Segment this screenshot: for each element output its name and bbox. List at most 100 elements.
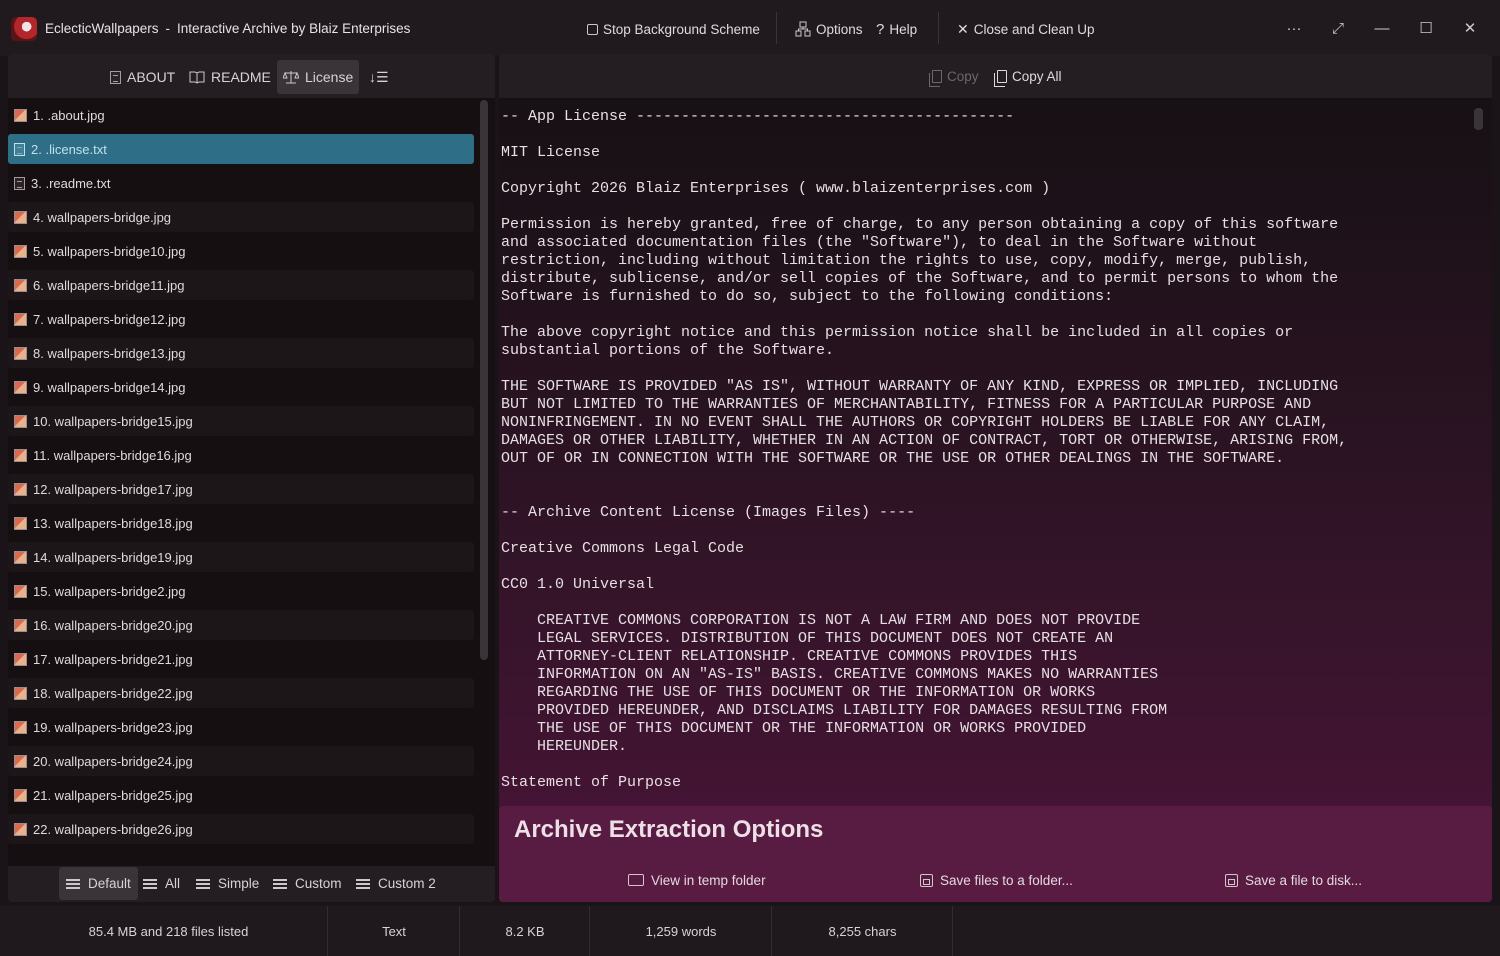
- file-list-item[interactable]: 10. wallpapers-bridge15.jpg: [8, 406, 474, 436]
- about-button[interactable]: ABOUT: [104, 60, 181, 94]
- file-list-item[interactable]: 7. wallpapers-bridge12.jpg: [8, 304, 474, 334]
- minimize-icon[interactable]: —: [1370, 16, 1394, 40]
- options-label: Options: [816, 21, 863, 37]
- all-view-button[interactable]: All: [136, 867, 187, 900]
- save-icon: [1225, 873, 1238, 887]
- view-in-temp-folder-button[interactable]: View in temp folder: [628, 870, 766, 890]
- save-files-to-folder-button[interactable]: Save files to a folder...: [920, 870, 1073, 890]
- license-line: CREATIVE COMMONS CORPORATION IS NOT A LA…: [501, 612, 1141, 629]
- file-list-item[interactable]: 4. wallpapers-bridge.jpg: [8, 202, 474, 232]
- default-view-button[interactable]: Default: [59, 867, 138, 900]
- license-label: License: [305, 69, 354, 85]
- close-clean-label: Close and Clean Up: [973, 21, 1095, 37]
- license-line: -- App License -------------------------…: [501, 108, 1015, 125]
- copy-all-button[interactable]: Copy All: [994, 66, 1062, 87]
- title-bar: EclecticWallpapers - Interactive Archive b…: [0, 0, 1500, 56]
- file-list-item[interactable]: 1. .about.jpg: [8, 100, 474, 130]
- file-list-item[interactable]: 8. wallpapers-bridge13.jpg: [8, 338, 474, 368]
- file-list-item[interactable]: 17. wallpapers-bridge21.jpg: [8, 644, 474, 674]
- status-chars: 8,255 chars: [773, 906, 953, 956]
- file-name: 17. wallpapers-bridge21.jpg: [33, 651, 193, 667]
- simple-label: Simple: [218, 876, 260, 891]
- image-file-icon: [14, 720, 27, 734]
- file-list-item[interactable]: 9. wallpapers-bridge14.jpg: [8, 372, 474, 402]
- license-button[interactable]: License: [277, 60, 360, 94]
- file-name: 18. wallpapers-bridge22.jpg: [33, 685, 193, 701]
- license-line: Statement of Purpose: [501, 774, 682, 791]
- status-size: 8.2 KB: [461, 906, 590, 956]
- view-mode-bar: Default All Simple Custom Custom 2: [8, 866, 495, 902]
- text-file-icon: [14, 176, 25, 190]
- copy-all-icon: [994, 69, 1007, 87]
- stop-background-scheme-button[interactable]: Stop Background Scheme: [587, 19, 760, 39]
- license-line: MIT License: [501, 144, 601, 161]
- file-name: 7. wallpapers-bridge12.jpg: [33, 311, 186, 327]
- file-list-item[interactable]: 22. wallpapers-bridge26.jpg: [8, 814, 474, 844]
- file-name: 3. .readme.txt: [31, 175, 111, 191]
- license-line: NONINFRINGEMENT. IN NO EVENT SHALL THE A…: [501, 414, 1330, 431]
- sort-button[interactable]: ↓☰: [363, 60, 395, 94]
- list-icon: [273, 878, 287, 889]
- image-file-icon: [14, 788, 27, 802]
- document-icon: [110, 70, 121, 84]
- license-line: [501, 360, 1461, 378]
- file-list-item[interactable]: 20. wallpapers-bridge24.jpg: [8, 746, 474, 776]
- close-window-icon[interactable]: ✕: [1458, 16, 1482, 40]
- file-list-item[interactable]: 13. wallpapers-bridge18.jpg: [8, 508, 474, 538]
- help-button[interactable]: ? Help: [876, 19, 917, 39]
- image-file-icon: [14, 278, 27, 292]
- maximize-icon[interactable]: ☐: [1414, 16, 1438, 40]
- file-list-item[interactable]: 6. wallpapers-bridge11.jpg: [8, 270, 474, 300]
- file-name: 13. wallpapers-bridge18.jpg: [33, 515, 193, 531]
- file-name: 10. wallpapers-bridge15.jpg: [33, 413, 193, 429]
- readme-button[interactable]: README: [183, 60, 277, 94]
- file-list-item[interactable]: 21. wallpapers-bridge25.jpg: [8, 780, 474, 810]
- file-name: 2. .license.txt: [31, 141, 107, 157]
- license-line: distribute, sublicense, and/or sell copi…: [501, 270, 1339, 287]
- license-line: substantial portions of the Software.: [501, 342, 835, 359]
- license-line: -- Archive Content License (Images Files…: [501, 504, 916, 521]
- license-line: PROVIDED HEREUNDER, AND DISCLAIMS LIABIL…: [501, 702, 1168, 719]
- simple-view-button[interactable]: Simple: [189, 867, 266, 900]
- license-line: OUT OF OR IN CONNECTION WITH THE SOFTWAR…: [501, 450, 1285, 467]
- file-list-item[interactable]: 14. wallpapers-bridge19.jpg: [8, 542, 474, 572]
- close-x-icon: ✕: [957, 20, 969, 37]
- text-scrollbar[interactable]: [1474, 108, 1483, 130]
- image-file-icon: [14, 754, 27, 768]
- readme-label: README: [211, 69, 271, 85]
- close-and-clean-up-button[interactable]: ✕ Close and Clean Up: [957, 19, 1095, 39]
- license-line: Software is furnished to do so, subject …: [501, 288, 1114, 305]
- file-list-item[interactable]: 18. wallpapers-bridge22.jpg: [8, 678, 474, 708]
- file-list-item[interactable]: 15. wallpapers-bridge2.jpg: [8, 576, 474, 606]
- license-text-viewer[interactable]: -- App License -------------------------…: [501, 108, 1461, 805]
- license-line: ATTORNEY-CLIENT RELATIONSHIP. CREATIVE C…: [501, 648, 1078, 665]
- image-file-icon: [14, 550, 27, 564]
- status-words: 1,259 words: [591, 906, 772, 956]
- file-list-item[interactable]: 3. .readme.txt: [8, 168, 474, 198]
- copy-button[interactable]: Copy: [929, 66, 979, 87]
- expand-icon[interactable]: ⤢: [1326, 16, 1350, 40]
- file-list-item[interactable]: 12. wallpapers-bridge17.jpg: [8, 474, 474, 504]
- file-list-item[interactable]: 19. wallpapers-bridge23.jpg: [8, 712, 474, 742]
- save-file-to-disk-button[interactable]: Save a file to disk...: [1225, 870, 1362, 890]
- file-list-item[interactable]: 2. .license.txt: [8, 134, 474, 164]
- file-list-scrollbar[interactable]: [480, 100, 488, 660]
- save-icon: [920, 873, 933, 887]
- license-line: LEGAL SERVICES. DISTRIBUTION OF THIS DOC…: [501, 630, 1114, 647]
- file-name: 20. wallpapers-bridge24.jpg: [33, 753, 193, 769]
- file-list-item[interactable]: 16. wallpapers-bridge20.jpg: [8, 610, 474, 640]
- options-button[interactable]: Options: [795, 19, 863, 39]
- custom-view-button[interactable]: Custom: [266, 867, 349, 900]
- license-line: [501, 558, 1461, 576]
- custom-2-view-button[interactable]: Custom 2: [349, 867, 443, 900]
- file-list-item[interactable]: 11. wallpapers-bridge16.jpg: [8, 440, 474, 470]
- archive-extraction-options: Archive Extraction Options View in temp …: [499, 806, 1492, 902]
- license-line: The above copyright notice and this perm…: [501, 324, 1294, 341]
- scales-icon: [283, 71, 299, 84]
- image-file-icon: [14, 312, 27, 326]
- file-list-item[interactable]: 5. wallpapers-bridge10.jpg: [8, 236, 474, 266]
- about-label: ABOUT: [127, 69, 176, 85]
- more-options-icon[interactable]: ···: [1282, 16, 1306, 40]
- license-line: Permission is hereby granted, free of ch…: [501, 216, 1339, 233]
- license-line: THE USE OF THIS DOCUMENT OR THE INFORMAT…: [501, 720, 1087, 737]
